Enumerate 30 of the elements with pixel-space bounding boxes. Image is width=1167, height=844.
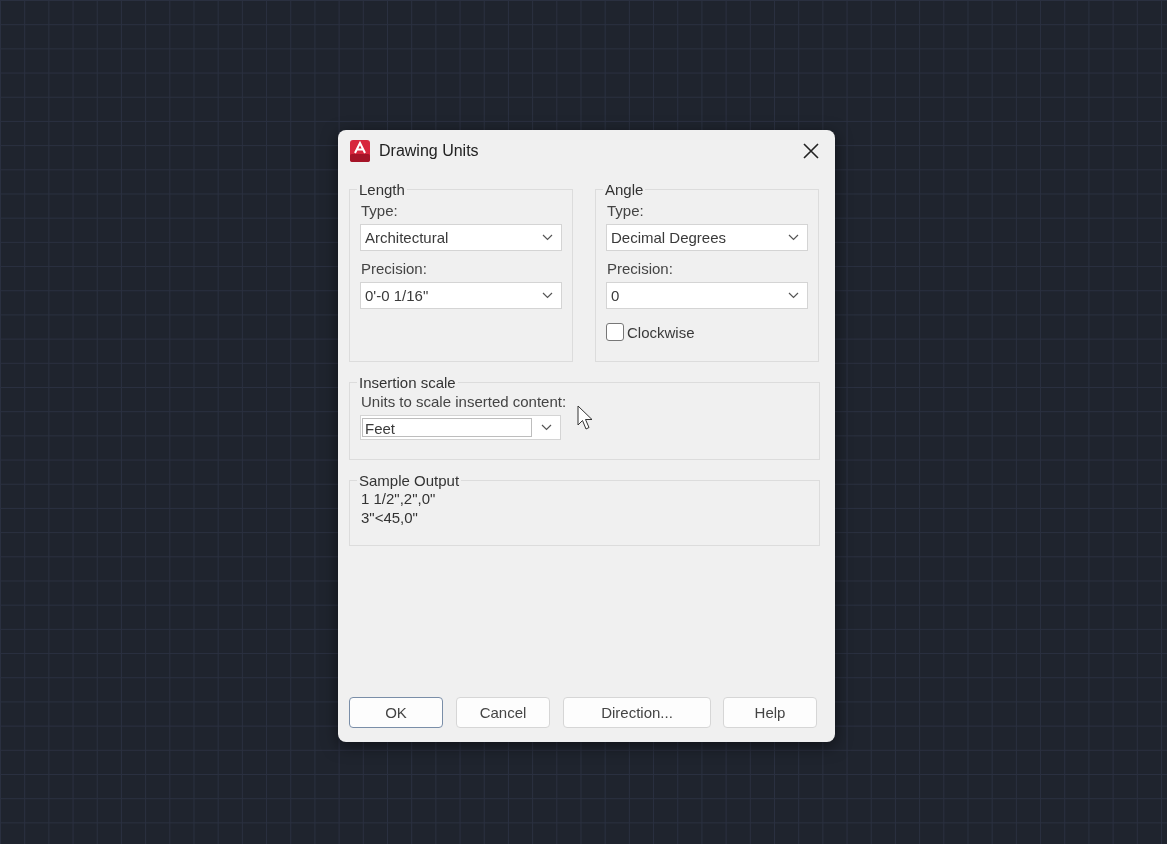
dropdown[interactable]: Architectural (360, 224, 562, 251)
app-logo-icon (350, 140, 370, 162)
chevron-icon (542, 234, 553, 241)
mouse-pointer-icon (577, 405, 595, 431)
sample-output-text: 3"<45,0" (361, 508, 419, 527)
chevron-icon (788, 292, 799, 299)
field-label: Type: (607, 202, 645, 219)
dialog-button[interactable]: Help (723, 697, 817, 728)
group-title: Insertion scale (358, 374, 457, 391)
sample-output-text: 1 1/2",2",0" (361, 489, 437, 508)
group-title: Angle (604, 181, 645, 198)
dropdown[interactable]: 0'-0 1/16" (360, 282, 562, 309)
field-label: Type: (361, 202, 399, 219)
field-label: Precision: (607, 260, 674, 277)
dropdown[interactable]: 0 (606, 282, 808, 309)
clockwise-checkbox[interactable]: Clockwise (606, 323, 808, 341)
chevron-icon (542, 292, 553, 299)
chevron-icon (541, 424, 552, 431)
dialog-button[interactable]: Direction... (563, 697, 711, 728)
group-title: Length (358, 181, 406, 198)
chevron-icon (788, 234, 799, 241)
window-title: Drawing Units (379, 142, 480, 160)
close-icon (803, 143, 819, 159)
group-title: Sample Output (358, 472, 461, 489)
dialog-button[interactable]: OK (349, 697, 443, 728)
field-label: Units to scale inserted content: (361, 393, 568, 410)
units-dropdown[interactable]: Feet (360, 415, 561, 440)
field-label: Precision: (361, 260, 428, 277)
dialog-button[interactable]: Cancel (456, 697, 550, 728)
dropdown[interactable]: Decimal Degrees (606, 224, 808, 251)
